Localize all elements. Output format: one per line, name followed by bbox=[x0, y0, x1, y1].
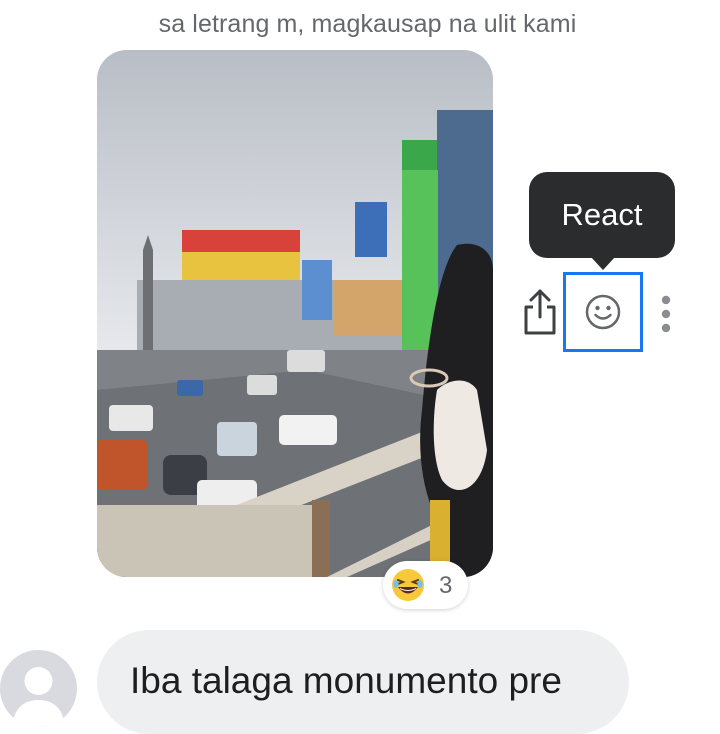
default-user-avatar-icon bbox=[12, 667, 65, 727]
smiley-face-icon bbox=[585, 294, 621, 330]
message-photo[interactable] bbox=[97, 50, 493, 577]
reaction-summary[interactable]: 3 bbox=[383, 561, 468, 609]
share-button[interactable] bbox=[518, 287, 562, 337]
share-icon bbox=[524, 289, 556, 335]
photo-image bbox=[97, 50, 493, 577]
react-tooltip: React bbox=[529, 172, 675, 258]
vertical-dots-icon bbox=[661, 295, 671, 333]
reply-message-text: Iba talaga monumento pre bbox=[130, 660, 562, 701]
tooltip-arrow bbox=[590, 256, 616, 270]
react-button[interactable] bbox=[563, 272, 643, 352]
reply-message-bubble[interactable]: Iba talaga monumento pre bbox=[97, 630, 629, 734]
sender-avatar[interactable] bbox=[0, 650, 77, 727]
reaction-count: 3 bbox=[439, 572, 453, 599]
more-options-button[interactable] bbox=[656, 290, 676, 340]
laughing-face-emoji bbox=[392, 569, 424, 601]
message-caption: sa letrang m, magkausap na ulit kami bbox=[158, 10, 577, 38]
